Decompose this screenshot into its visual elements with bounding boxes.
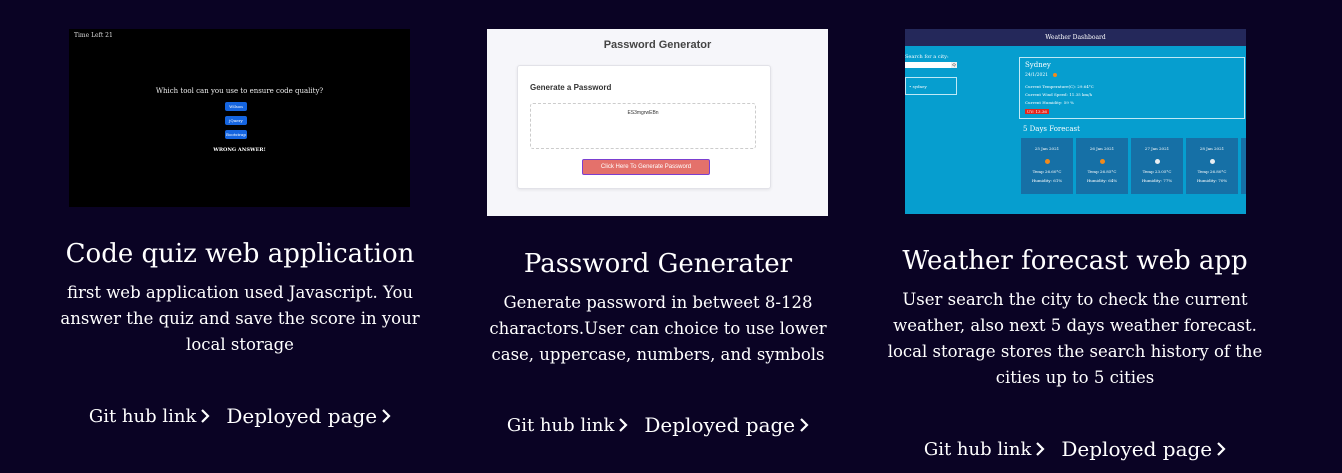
- project-description: first web application used Javascript. Y…: [40, 280, 440, 358]
- github-link[interactable]: Git hub link: [89, 404, 211, 428]
- fc-humidity: Humidity: 70%: [1196, 178, 1228, 183]
- wx-search-button: Q: [951, 62, 957, 68]
- wx-forecast-card: 27 Jan 2021 Temp 23.05°C Humidity: 77%: [1131, 138, 1183, 194]
- quiz-time-left: Time Left 21: [74, 32, 113, 39]
- chevron-right-icon: [1217, 442, 1226, 456]
- project-card-weather: Weather forecast web app User search the…: [875, 245, 1275, 465]
- chevron-right-icon: [201, 409, 210, 423]
- deployed-page-link[interactable]: Deployed page: [1061, 437, 1226, 461]
- pw-app-title: Password Generator: [603, 39, 712, 51]
- sun-icon: [1044, 159, 1050, 164]
- deployed-link-label: Deployed page: [644, 413, 796, 437]
- wx-forecast-card: 25 Jan 2021 Temp 26.60°C Humidity: 61%: [1021, 138, 1073, 194]
- sun-icon: [1099, 159, 1105, 164]
- code-quiz-screenshot: Time Left 21 Which tool can you use to e…: [69, 29, 410, 207]
- fc-date: 26 Jan 2021: [1089, 146, 1115, 151]
- sun-icon: [1053, 73, 1057, 77]
- github-link-label: Git hub link: [88, 405, 197, 427]
- wx-city: Sydney: [1025, 61, 1051, 69]
- fc-humidity: Humidity: 64%: [1086, 178, 1118, 183]
- project-card-code-quiz: Code quiz web application first web appl…: [40, 238, 440, 438]
- password-generator-screenshot: Password Generator Generate a Password E…: [487, 29, 828, 216]
- fc-temp: Temp 26.85°C: [1087, 169, 1117, 174]
- description-line: local storage: [186, 335, 294, 354]
- deployed-page-link[interactable]: Deployed page: [226, 404, 391, 428]
- description-line: first web application used Javascript. Y…: [66, 283, 414, 302]
- project-description: Generate password in betweet 8-128 chara…: [458, 290, 858, 368]
- description-line: weather, also next 5 days weather foreca…: [893, 316, 1257, 335]
- wx-line: Current Wind Speed: 11.35 km/h: [1025, 92, 1093, 97]
- wx-forecast-card: 26 Jan 2021 Temp 26.85°C Humidity: 64%: [1076, 138, 1128, 194]
- fc-humidity: Humidity: 61%: [1031, 178, 1063, 183]
- github-link[interactable]: Git hub link: [507, 413, 629, 437]
- quiz-option: Bootstrap: [225, 130, 247, 139]
- weather-dashboard-screenshot: Weather Dashboard Search for a city: Q •…: [905, 29, 1246, 214]
- project-title: Weather forecast web app: [902, 246, 1248, 276]
- deployed-link-label: Deployed page: [226, 404, 378, 428]
- cloud-icon: [1154, 159, 1160, 164]
- quiz-option: Wilson: [225, 102, 247, 111]
- cloud-icon: [1209, 159, 1215, 164]
- wx-date: 24/1/2021: [1025, 73, 1049, 78]
- quiz-option: jQuery: [225, 116, 247, 125]
- fc-temp: Temp 26.80°C: [1197, 169, 1227, 174]
- wx-forecast-card: [1241, 138, 1246, 194]
- description-line: local storage stores the search history …: [887, 342, 1263, 361]
- project-links: Git hub link Deployed page: [458, 413, 858, 437]
- fc-temp: Temp 26.60°C: [1032, 169, 1062, 174]
- wx-header: Weather Dashboard: [905, 29, 1246, 46]
- wx-history-item: • sydney: [905, 77, 957, 95]
- wx-current-panel: Sydney 24/1/2021 Current Temperature(C):…: [1019, 57, 1245, 119]
- fc-date: 25 Jan 2021: [1034, 146, 1060, 151]
- project-links: Git hub link Deployed page: [875, 437, 1275, 461]
- pw-card-title: Generate a Password: [530, 83, 612, 92]
- fc-date: 28 Jan 2021: [1199, 146, 1225, 151]
- description-line: User search the city to check the curren…: [902, 290, 1248, 309]
- chevron-right-icon: [382, 409, 391, 423]
- wx-uv-badge: UV: 13.36: [1025, 109, 1049, 114]
- project-description: User search the city to check the curren…: [875, 287, 1275, 391]
- chevron-right-icon: [800, 418, 809, 432]
- description-line: Generate password in betweet 8-128: [503, 293, 813, 312]
- fc-date: 27 Jan 2021: [1144, 146, 1170, 151]
- project-title: Code quiz web application: [65, 239, 415, 269]
- pw-generate-button: Click Here To Generate Password: [582, 159, 710, 175]
- fc-temp: Temp 23.05°C: [1142, 169, 1172, 174]
- pw-card: Generate a Password ES3mgrwEBn Click Her…: [517, 65, 771, 189]
- github-link[interactable]: Git hub link: [924, 437, 1046, 461]
- project-links: Git hub link Deployed page: [40, 404, 440, 428]
- chevron-right-icon: [1036, 442, 1045, 456]
- quiz-feedback: WRONG ANSWER!: [213, 147, 266, 153]
- description-line: cities up to 5 cities: [995, 368, 1155, 387]
- description-line: charactors.User can choice to use lower: [489, 319, 827, 338]
- wx-forecast-card: 28 Jan 2021 Temp 26.80°C Humidity: 70%: [1186, 138, 1238, 194]
- description-line: answer the quiz and save the score in yo…: [60, 309, 420, 328]
- project-title: Password Generater: [523, 249, 793, 279]
- deployed-link-label: Deployed page: [1061, 437, 1213, 461]
- wx-search-input: [905, 62, 951, 68]
- github-link-label: Git hub link: [923, 438, 1032, 460]
- pw-output: ES3mgrwEBn: [530, 103, 756, 149]
- wx-line: Current Temperature(C): 29.64°C: [1025, 84, 1094, 89]
- fc-humidity: Humidity: 77%: [1141, 178, 1173, 183]
- wx-forecast-heading: 5 Days Forecast: [1023, 125, 1080, 133]
- github-link-label: Git hub link: [506, 414, 615, 436]
- chevron-right-icon: [619, 418, 628, 432]
- wx-history-label: sydney: [912, 84, 927, 89]
- wx-search-label: Search for a city:: [905, 54, 949, 60]
- wx-line: Current Humidity: 59 %: [1025, 100, 1074, 105]
- description-line: case, uppercase, numbers, and symbols: [491, 345, 825, 364]
- deployed-page-link[interactable]: Deployed page: [644, 413, 809, 437]
- quiz-question: Which tool can you use to ensure code qu…: [155, 87, 324, 95]
- project-card-password-generator: Password Generater Generate password in …: [458, 248, 858, 448]
